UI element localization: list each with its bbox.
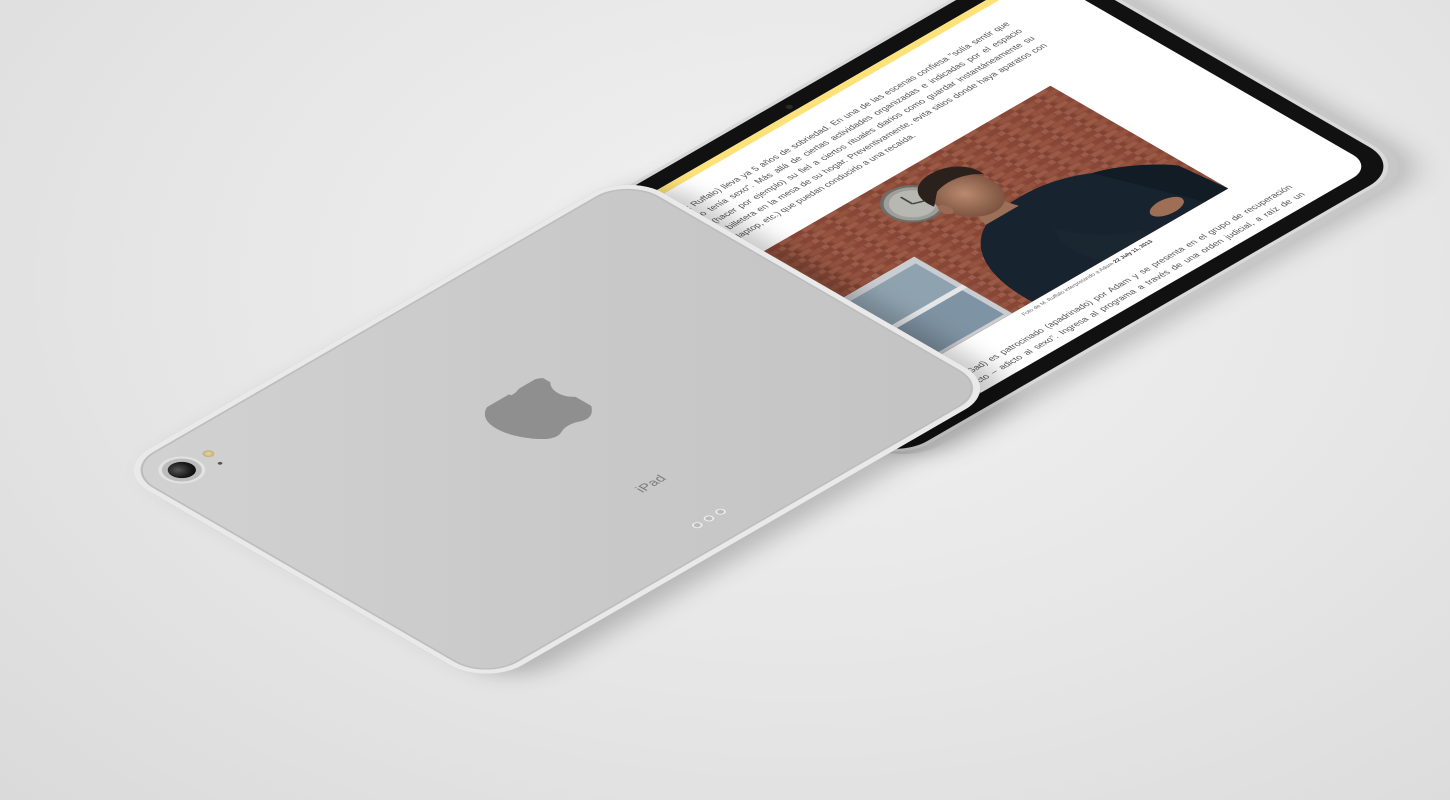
camera-lens-icon [161,458,202,482]
smart-connector [689,507,729,530]
scene: Adam (Mark Ruffalo) lleva ya 5 años de s… [0,0,1450,800]
ipad-wordmark: iPad [631,472,670,495]
connector-pin-icon [689,520,705,530]
apple-logo-icon [484,377,592,440]
connector-pin-icon [713,507,729,517]
front-camera-icon [784,104,795,110]
connector-pin-icon [701,514,717,523]
microphone-icon [216,461,224,466]
flash-icon [200,448,217,459]
